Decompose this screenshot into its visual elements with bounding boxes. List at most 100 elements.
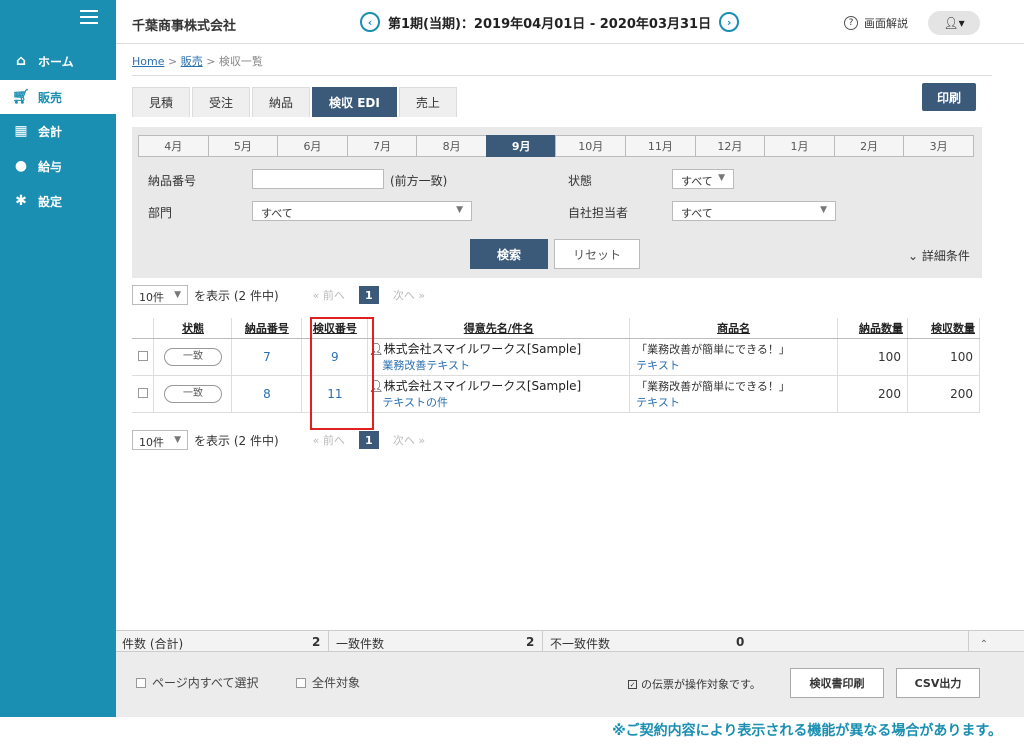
next-page-link[interactable]: 次へ » [393, 432, 425, 448]
print-inspection-button[interactable]: 検収書印刷 [790, 668, 884, 698]
header-status[interactable]: 状態 [153, 318, 233, 339]
month-11[interactable]: 11月 [625, 135, 696, 157]
divider [968, 631, 969, 651]
print-button[interactable]: 印刷 [922, 83, 976, 111]
breadcrumb-home[interactable]: Home [132, 55, 164, 68]
tab-estimate[interactable]: 見積 [132, 87, 191, 117]
dept-label: 部門 [148, 206, 173, 220]
tab-order[interactable]: 受注 [192, 87, 251, 117]
reset-button[interactable]: リセット [554, 239, 640, 269]
month-5[interactable]: 5月 [207, 135, 279, 157]
month-3[interactable]: 3月 [903, 135, 974, 157]
checkbox[interactable] [296, 677, 306, 688]
select-page-checkbox[interactable]: ページ内すべて選択 [136, 674, 258, 691]
csv-export-button[interactable]: CSV出力 [896, 668, 980, 698]
prev-page-link[interactable]: « 前へ [313, 287, 345, 303]
highlight-box [310, 317, 374, 430]
page-1[interactable]: 1 [358, 431, 379, 449]
per-page-select[interactable]: 10件 ▼ [132, 430, 188, 450]
sidebar-item-sales[interactable]: 🛒︎ 販売 [0, 80, 116, 114]
chevron-down-icon: ▼ [456, 205, 463, 215]
month-7[interactable]: 7月 [346, 135, 418, 157]
product-name: 「業務改善が簡単にできる！」 [636, 342, 790, 356]
row-checkbox[interactable] [137, 387, 148, 398]
result-count: を表示 (2 件中) [194, 433, 279, 448]
count-value: 2 [312, 635, 321, 649]
sidebar-item-settings[interactable]: ✱ 設定 [0, 184, 116, 218]
tab-inspection-edi[interactable]: 検収 EDI [312, 87, 397, 117]
count-label: 件数 (合計) [122, 637, 184, 651]
sidebar-item-home[interactable]: ⌂ ホーム [0, 44, 116, 78]
customer-name: 株式会社スマイルワークス[Sample] [383, 342, 582, 356]
status-label: 状態 [568, 174, 593, 188]
month-selector: 4月 5月 6月 7月 8月 9月 10月 11月 12月 1月 2月 3月 [138, 135, 974, 157]
next-period-button[interactable]: › [719, 12, 740, 32]
prev-period-button[interactable]: ‹ [360, 12, 380, 32]
sidebar-item-accounting[interactable]: ▦ 会計 [0, 114, 116, 148]
dept-select[interactable]: すべて ▼ [252, 201, 472, 221]
detail-conditions-toggle[interactable]: ⌄ 詳細条件 [908, 247, 970, 264]
month-6[interactable]: 6月 [277, 135, 348, 157]
chevron-down-icon: ▼ [174, 435, 181, 445]
next-page-link[interactable]: 次へ » [393, 287, 425, 303]
checkbox[interactable] [136, 677, 146, 688]
chevron-down-icon: ⌄ [908, 249, 922, 263]
status-button[interactable]: 一致 [163, 384, 222, 403]
product-name: 「業務改善が簡単にできる！」 [636, 379, 790, 393]
product-sub[interactable]: テキスト [636, 357, 837, 373]
menu-icon[interactable] [80, 10, 98, 24]
inspection-table: 状態 納品番号 検収番号 得意先名/件名 商品名 納品数量 検収数量 一致 7 … [132, 318, 981, 413]
match-value: 2 [526, 635, 535, 649]
per-page-select[interactable]: 10件 ▼ [132, 285, 188, 305]
month-9[interactable]: 9月 [485, 135, 557, 157]
tab-delivery[interactable]: 納品 [252, 87, 311, 117]
home-icon: ⌂ [15, 53, 27, 69]
match-label: 一致件数 [336, 637, 385, 651]
summary-bar: 件数 (合計) 2 一致件数 2 不一致件数 0 ⌃ [116, 630, 1024, 652]
subject-link[interactable]: テキストの件 [368, 394, 629, 410]
help-link[interactable]: ? 画面解説 [844, 15, 908, 31]
table-header-row: 状態 納品番号 検収番号 得意先名/件名 商品名 納品数量 検収数量 [132, 318, 981, 339]
customer-name: 株式会社スマイルワークス[Sample] [383, 379, 582, 393]
tab-sales[interactable]: 売上 [398, 87, 457, 117]
prefix-match-note: (前方一致) [390, 174, 448, 188]
inspection-qty: 200 [907, 375, 981, 413]
month-12[interactable]: 12月 [694, 135, 766, 157]
header-product[interactable]: 商品名 [629, 318, 838, 339]
header-customer[interactable]: 得意先名/件名 [367, 318, 631, 339]
month-8[interactable]: 8月 [416, 135, 487, 157]
delivery-no-link[interactable]: 7 [263, 350, 271, 364]
month-4[interactable]: 4月 [138, 135, 209, 157]
mismatch-label: 不一致件数 [550, 637, 611, 651]
user-menu-button[interactable]: 👤︎▾ [928, 11, 980, 35]
subject-link[interactable]: 業務改善テキスト [368, 357, 629, 373]
staff-select[interactable]: すべて ▼ [672, 201, 836, 221]
delivery-no-link[interactable]: 8 [263, 387, 271, 401]
chevron-down-icon: ▼ [820, 205, 827, 215]
header-delivery-no[interactable]: 納品番号 [231, 318, 303, 339]
breadcrumb: Home > 販売 > 検収一覧 [132, 55, 263, 68]
status-select[interactable]: すべて ▼ [672, 169, 734, 189]
divider [132, 75, 992, 76]
delivery-no-input[interactable] [252, 169, 384, 189]
breadcrumb-sales[interactable]: 販売 [181, 55, 203, 68]
pager-bottom: 10件 ▼ を表示 (2 件中) « 前へ 1 次へ » [132, 430, 425, 450]
month-10[interactable]: 10月 [555, 135, 627, 157]
header-delivery-qty[interactable]: 納品数量 [837, 318, 908, 339]
cart-icon: 🛒︎ [12, 89, 30, 105]
header-inspection-qty[interactable]: 検収数量 [907, 318, 981, 339]
select-all-checkbox[interactable]: 全件対象 [296, 674, 360, 691]
search-button[interactable]: 検索 [470, 239, 548, 269]
tabs: 見積 受注 納品 検収 EDI 売上 [132, 87, 459, 117]
status-button[interactable]: 一致 [163, 347, 222, 366]
page-1[interactable]: 1 [358, 286, 379, 304]
prev-page-link[interactable]: « 前へ [313, 432, 345, 448]
product-sub[interactable]: テキスト [636, 394, 837, 410]
month-2[interactable]: 2月 [833, 135, 905, 157]
sidebar-item-payroll[interactable]: ● 給与 [0, 149, 116, 183]
month-1[interactable]: 1月 [764, 135, 835, 157]
fiscal-period: ‹ 第1期(当期)：2019年04月01日 - 2020年03月31日 › [360, 12, 740, 32]
row-checkbox[interactable] [137, 350, 148, 361]
inspection-qty: 100 [907, 338, 981, 376]
table-row: 一致 7 9 👤︎株式会社スマイルワークス[Sample] 業務改善テキスト 「… [132, 338, 981, 376]
